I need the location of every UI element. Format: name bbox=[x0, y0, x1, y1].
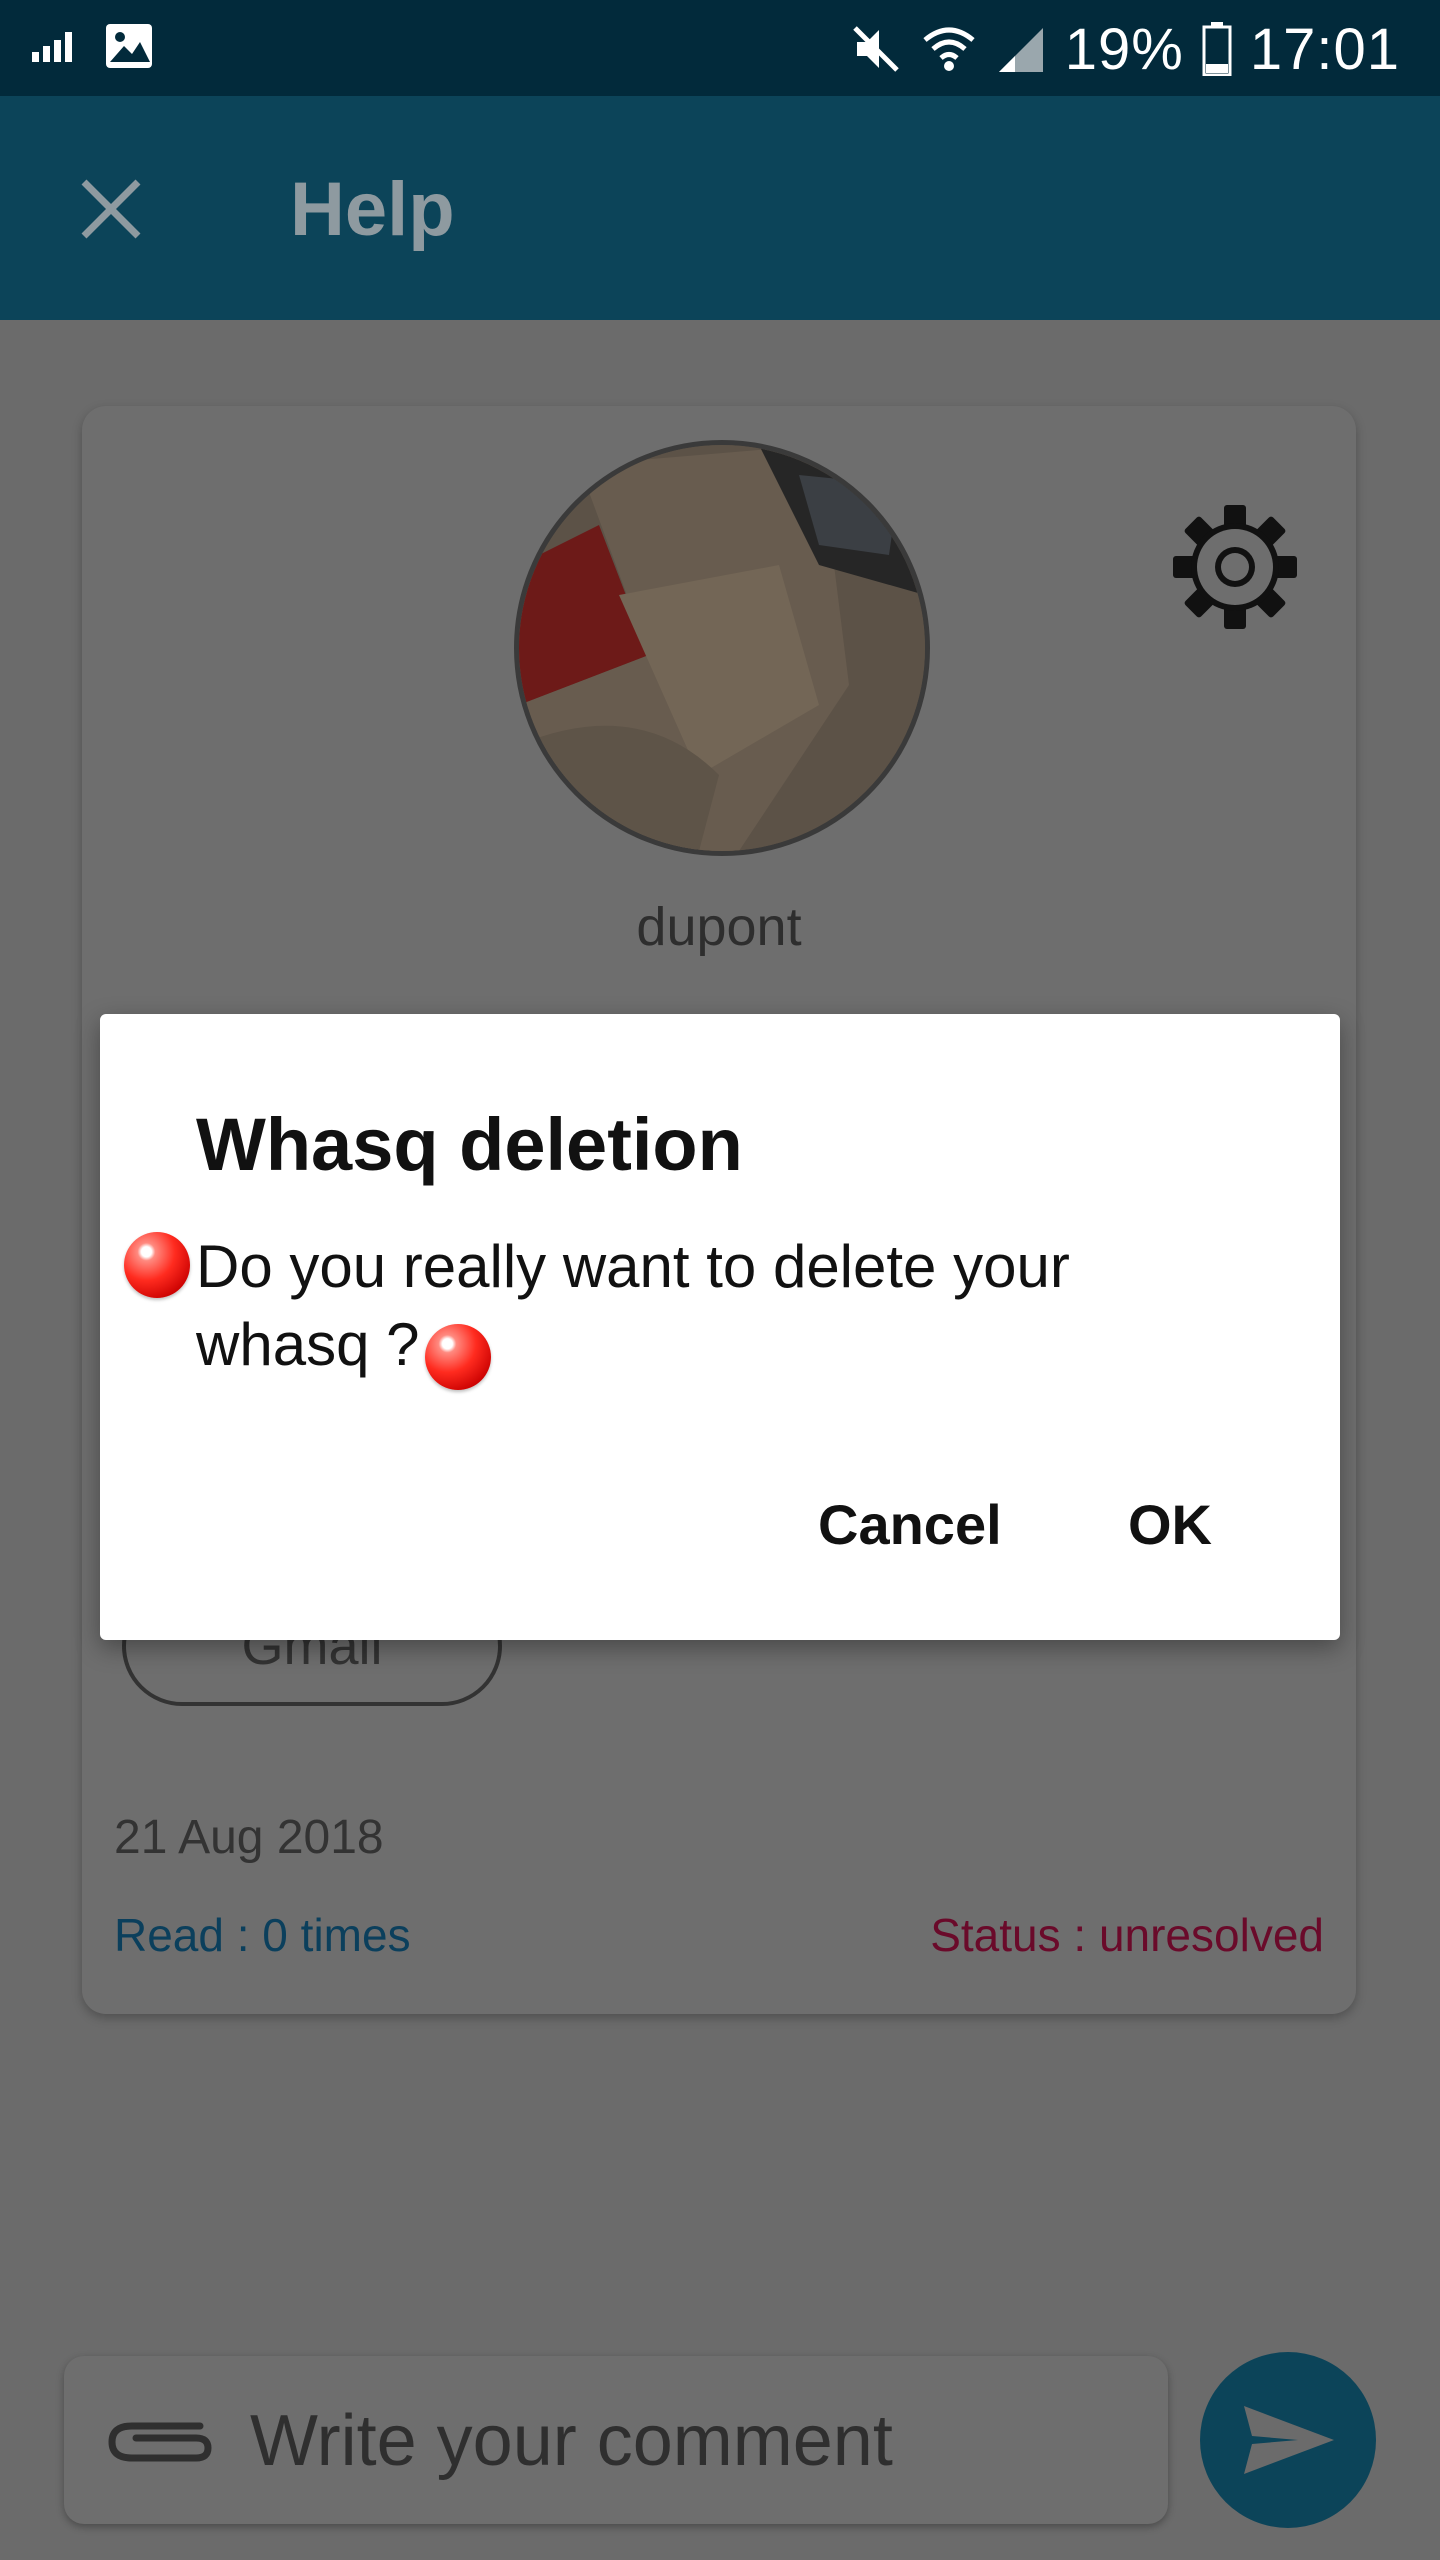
username: dupont bbox=[636, 897, 802, 957]
delete-dialog: Whasq deletion Do you really want to del… bbox=[100, 1014, 1340, 1640]
date-label: 21 Aug 2018 bbox=[114, 1811, 384, 1864]
gear-icon[interactable] bbox=[1170, 502, 1300, 632]
status-bar: 19% 17:01 bbox=[0, 0, 1440, 96]
status-label: Status : unresolved bbox=[930, 1909, 1324, 1961]
battery-percent: 19% bbox=[1064, 16, 1184, 82]
signal-icon bbox=[32, 32, 72, 62]
send-button[interactable] bbox=[1200, 2352, 1376, 2528]
read-count: Read : 0 times bbox=[114, 1909, 411, 1961]
clock: 17:01 bbox=[1249, 16, 1400, 82]
red-dot-icon bbox=[124, 1232, 190, 1298]
mute-icon bbox=[852, 26, 899, 72]
dialog-message: Do you really want to delete your whasq … bbox=[196, 1233, 1070, 1378]
ok-button[interactable]: OK bbox=[1128, 1492, 1212, 1557]
dialog-message-container: Do you really want to delete your whasq … bbox=[196, 1228, 1216, 1391]
avatar bbox=[514, 440, 930, 856]
paperclip-icon[interactable] bbox=[104, 2410, 214, 2470]
app-bar: Help bbox=[0, 96, 1440, 320]
red-dot-icon bbox=[425, 1324, 492, 1391]
close-icon[interactable] bbox=[78, 176, 144, 242]
cell-signal-icon bbox=[998, 28, 1043, 72]
comment-placeholder: Write your comment bbox=[250, 2401, 893, 2481]
page-title: Help bbox=[290, 167, 455, 252]
comment-input[interactable]: Write your comment bbox=[64, 2356, 1168, 2524]
send-icon bbox=[1244, 2406, 1334, 2474]
battery-icon bbox=[1202, 22, 1232, 76]
image-icon bbox=[106, 24, 152, 68]
cancel-button[interactable]: Cancel bbox=[818, 1492, 1002, 1557]
dialog-title: Whasq deletion bbox=[196, 1103, 743, 1186]
wifi-icon bbox=[923, 27, 975, 71]
